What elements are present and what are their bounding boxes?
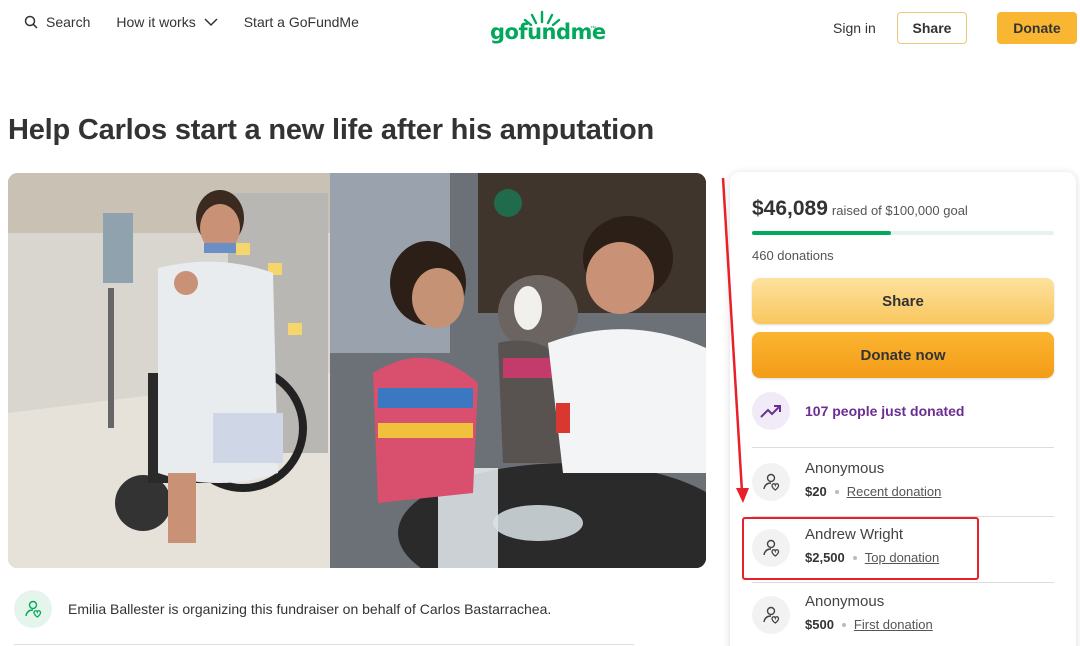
trend-badge	[752, 392, 790, 430]
recent-donors-text: 107 people just donated	[805, 403, 965, 419]
meta-separator-dot	[834, 489, 839, 494]
hero-photo-collage	[8, 173, 706, 568]
sidebar-divider	[752, 447, 1054, 448]
how-it-works-label: How it works	[116, 14, 196, 30]
progress-bar	[752, 231, 1054, 235]
donation-meta: $500 First donation	[805, 617, 933, 632]
organizer-avatar	[14, 590, 52, 628]
donor-heart-icon	[25, 600, 42, 618]
how-it-works-menu[interactable]: How it works	[116, 14, 218, 30]
trending-up-icon	[760, 405, 781, 418]
donation-meta: $20 Recent donation	[805, 484, 941, 499]
progress-bar-fill	[752, 231, 891, 235]
search-icon	[24, 15, 38, 29]
annotation-highlight-box	[742, 517, 979, 580]
donor-heart-icon	[763, 606, 780, 624]
top-nav: Search How it works Start a GoFundMe	[24, 14, 359, 30]
donate-now-button[interactable]: Donate now	[752, 332, 1054, 378]
gofundme-logo[interactable]: gofundme ™	[490, 10, 606, 46]
start-gofundme-label: Start a GoFundMe	[243, 14, 359, 30]
share-button[interactable]: Share	[752, 278, 1054, 324]
logo-text: gofundme	[490, 20, 606, 44]
logo-trademark: ™	[590, 26, 596, 32]
campaign-title: Help Carlos start a new life after his a…	[8, 114, 655, 146]
meta-separator-dot	[841, 622, 846, 627]
raised-amount: $46,089	[752, 197, 828, 220]
donor-avatar	[752, 463, 790, 501]
donor-name: Anonymous	[805, 593, 885, 610]
campaign-hero-image[interactable]	[8, 173, 706, 568]
donation-row: Anonymous $20 Recent donation	[752, 450, 1054, 516]
header-donate-button[interactable]: Donate	[997, 12, 1077, 44]
search-label: Search	[46, 14, 91, 30]
donation-row: Anonymous $500 First donation	[752, 583, 1054, 646]
search-link[interactable]: Search	[24, 14, 90, 30]
raised-summary: $46,089 raised of $100,000 goal	[752, 197, 968, 221]
organizer-divider	[14, 644, 634, 645]
donation-amount: $500	[805, 617, 834, 632]
donor-avatar	[752, 596, 790, 634]
raised-goal: raised of $100,000 goal	[831, 203, 968, 218]
donor-heart-icon	[763, 473, 780, 491]
donor-name: Anonymous	[805, 460, 885, 477]
donation-amount: $20	[805, 484, 827, 499]
donations-count: 460 donations	[752, 248, 834, 263]
donation-tag-link[interactable]: Recent donation	[847, 484, 942, 499]
start-gofundme-link[interactable]: Start a GoFundMe	[244, 14, 359, 30]
header-share-button[interactable]: Share	[897, 12, 967, 44]
sign-in-link[interactable]: Sign in	[833, 20, 876, 36]
chevron-down-icon	[204, 18, 218, 27]
organizer-text: Emilia Ballester is organizing this fund…	[68, 601, 552, 617]
donation-tag-link[interactable]: First donation	[854, 617, 933, 632]
